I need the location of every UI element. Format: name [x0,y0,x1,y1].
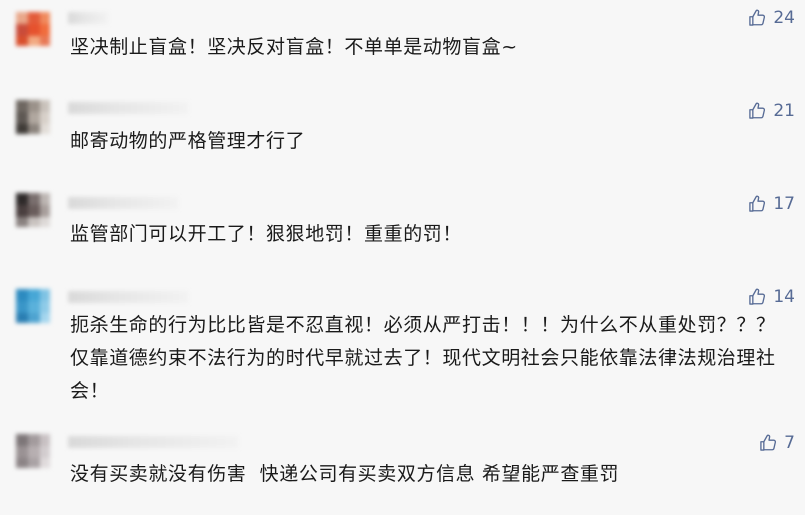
like-count: 21 [773,101,795,121]
avatar-pixel [16,124,28,134]
like-count: 17 [773,194,795,214]
avatar-pixel [40,301,50,313]
avatar-pixel [16,36,28,46]
avatar-pixel [40,36,50,46]
thumbs-up-icon [747,194,767,214]
like-button[interactable]: 21 [747,101,795,121]
avatar-pixel [16,301,28,313]
avatar[interactable] [16,12,50,46]
nickname-blurred [68,12,108,24]
avatar-pixel [16,193,28,205]
like-button[interactable]: 24 [747,8,795,28]
avatar-pixel [40,446,50,458]
avatar-pixel [28,124,40,134]
avatar-pixel [16,289,28,301]
comment-text: 扼杀生命的行为比比皆是不忍直视！必须从严打击！！！为什么不从重处罚？？？仅靠道德… [70,314,776,402]
comment-text: 邮寄动物的严格管理才行了 [70,130,306,152]
comment-text: 没有买卖就没有伤害 快递公司有买卖双方信息 希望能严查重罚 [70,463,620,485]
avatar-pixel [16,217,28,227]
avatar-pixel [40,12,50,24]
thumbs-up-icon [747,287,767,307]
thumbs-up-icon [747,101,767,121]
avatar-pixel [40,193,50,205]
avatar-pixel [40,217,50,227]
avatar-pixel [40,124,50,134]
nickname-blurred [68,436,238,448]
nickname-blurred [68,102,188,114]
like-count: 14 [773,287,795,307]
like-count: 24 [773,8,795,28]
avatar-pixel [28,301,40,313]
avatar-pixel [28,446,40,458]
thumbs-up-icon [747,8,767,28]
like-button[interactable]: 14 [747,287,795,307]
comment-text: 坚决制止盲盒！坚决反对盲盒！不单单是动物盲盒~ [70,36,518,58]
like-button[interactable]: 17 [747,194,795,214]
avatar-pixel [40,24,50,36]
thumbs-up-icon [758,433,778,453]
avatar-pixel [28,193,40,205]
avatar-pixel [16,205,28,217]
avatar-pixel [28,100,40,112]
avatar-pixel [16,458,28,468]
avatar-pixel [40,313,50,323]
avatar-pixel [16,12,28,24]
avatar-pixel [16,112,28,124]
avatar-pixel [16,446,28,458]
avatar-pixel [16,24,28,36]
comment-text: 监管部门可以开工了！狠狠地罚！重重的罚！ [70,223,463,245]
like-count: 7 [784,433,795,453]
avatar-pixel [40,100,50,112]
avatar-pixel [28,205,40,217]
avatar-pixel [40,458,50,468]
avatar-pixel [40,434,50,446]
avatar-pixel [40,205,50,217]
avatar-pixel [28,112,40,124]
avatar[interactable] [16,100,50,134]
nickname-blurred [68,291,188,303]
avatar-pixel [28,24,40,36]
avatar-pixel [28,289,40,301]
avatar-pixel [16,100,28,112]
avatar-pixel [28,434,40,446]
avatar[interactable] [16,434,50,468]
avatar[interactable] [16,193,50,227]
avatar-pixel [16,434,28,446]
like-button[interactable]: 7 [758,433,795,453]
avatar-pixel [28,458,40,468]
avatar-pixel [28,12,40,24]
avatar-pixel [28,36,40,46]
avatar-pixel [16,313,28,323]
avatar-pixel [40,112,50,124]
avatar-pixel [28,313,40,323]
avatar-pixel [40,289,50,301]
avatar[interactable] [16,289,50,323]
nickname-blurred [68,197,178,209]
avatar-pixel [28,217,40,227]
